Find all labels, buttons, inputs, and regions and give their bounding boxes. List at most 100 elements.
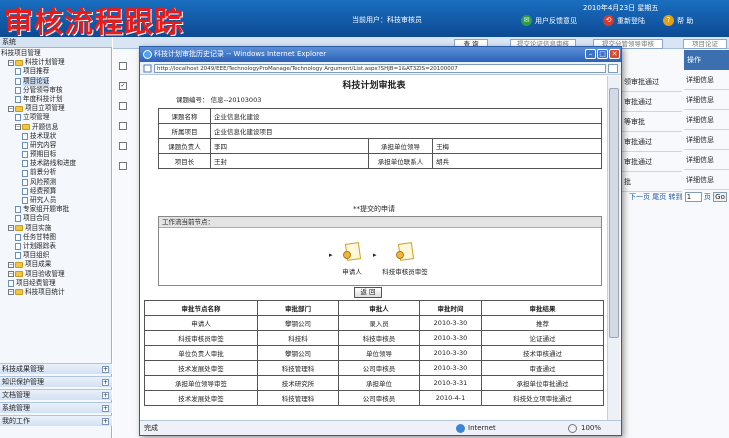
address-input[interactable]: http://localhost 2049/EEE/TechnologyProM…: [154, 64, 606, 73]
document-icon: [22, 151, 28, 159]
sidebar-item[interactable]: 年度科技计划: [0, 95, 112, 104]
sidebar-item[interactable]: − 开题信息: [0, 123, 112, 132]
row-checkbox[interactable]: [119, 62, 127, 70]
relogin-link[interactable]: ⟲ 重新登陆: [603, 15, 645, 26]
collapse-icon[interactable]: −: [8, 289, 14, 296]
sidebar-item[interactable]: 项目推荐: [0, 67, 112, 76]
collapse-icon[interactable]: −: [8, 105, 14, 112]
col-header: 审批节点名称: [144, 300, 258, 316]
go-button[interactable]: Go: [713, 192, 727, 202]
collapse-icon[interactable]: −: [8, 59, 14, 66]
argument-button[interactable]: 项目论证: [683, 39, 727, 49]
detail-link[interactable]: 详细信息: [684, 150, 729, 170]
table-cell: 公司审核员: [338, 360, 420, 376]
info-value: 企业信息化建设: [210, 108, 602, 124]
sidebar-section-system[interactable]: 系统管理 +: [0, 402, 112, 413]
sidebar-system-label: 系统: [0, 37, 112, 48]
table-cell: 攀钢公司: [257, 345, 339, 361]
minimize-button[interactable]: –: [585, 49, 596, 59]
sidebar-item-label: 经费预算: [30, 186, 57, 195]
sidebar-item[interactable]: 技术现状: [0, 132, 112, 141]
table-row: 科技审核员审签 科技科 科技审核员 2010-3-30 论证通过: [144, 330, 604, 346]
status-cell: 审批通过: [622, 92, 682, 112]
table-cell: 单位领导: [338, 345, 420, 361]
sidebar-item[interactable]: 专家组开题审批: [0, 205, 112, 214]
sidebar-item[interactable]: − 项目实施: [0, 224, 112, 233]
sidebar-item[interactable]: − 科技计划管理: [0, 58, 112, 67]
detail-link[interactable]: 详细信息: [684, 110, 729, 130]
sidebar-item-label: 任务甘特图: [23, 232, 56, 241]
sidebar-item[interactable]: 经费预算: [0, 187, 112, 196]
sidebar-item[interactable]: 前景分析: [0, 168, 112, 177]
sidebar-item[interactable]: 研究内容: [0, 141, 112, 150]
collapse-icon[interactable]: −: [8, 271, 14, 278]
sidebar-section-mywork[interactable]: 我的工作 +: [0, 415, 112, 426]
collapse-icon[interactable]: −: [15, 124, 21, 131]
window-title: 科技计划审批历史记录 -- Windows Internet Explorer: [154, 50, 327, 58]
detail-link[interactable]: 详细信息: [684, 130, 729, 150]
table-cell: 录入员: [338, 315, 420, 331]
sidebar-item[interactable]: 项目合同: [0, 214, 112, 223]
table-cell: 技术审核通过: [481, 345, 604, 361]
sidebar-item[interactable]: 计划跟踪表: [0, 242, 112, 251]
sidebar-item-label: 项目成果: [25, 260, 52, 269]
page-input[interactable]: 1: [684, 192, 702, 202]
sidebar-section-documents[interactable]: 文档管理 +: [0, 389, 112, 400]
zoom-icon[interactable]: [568, 424, 577, 433]
sidebar-item[interactable]: 研究人员: [0, 196, 112, 205]
sidebar-section-knowledge[interactable]: 知识保护管理 +: [0, 376, 112, 387]
zoom-level[interactable]: 100%: [581, 421, 601, 435]
row-checkbox[interactable]: [119, 122, 127, 130]
row-checkbox[interactable]: ✓: [119, 82, 127, 90]
detail-link[interactable]: 详细信息: [684, 90, 729, 110]
sidebar-section-achievements[interactable]: 科技成果管理 +: [0, 363, 112, 374]
sidebar-item[interactable]: 预期目标: [0, 150, 112, 159]
expand-icon: +: [102, 366, 109, 373]
expand-icon: +: [102, 392, 109, 399]
sidebar-item[interactable]: − 项目成果: [0, 260, 112, 269]
detail-link[interactable]: 详细信息: [684, 170, 729, 190]
document-icon: [15, 243, 21, 251]
detail-link[interactable]: 详细信息: [684, 70, 729, 90]
sidebar-item[interactable]: 立项管理: [0, 113, 112, 122]
row-checkbox[interactable]: [119, 162, 127, 170]
info-label: 承担单位联系人: [368, 153, 433, 169]
document-icon: [15, 215, 21, 223]
page-icon: [143, 64, 152, 73]
sidebar-item[interactable]: − 科技项目统计: [0, 288, 112, 297]
folder-icon: [15, 261, 23, 268]
sidebar-item[interactable]: − 项目立项管理: [0, 104, 112, 113]
help-link[interactable]: ? 帮 助: [663, 15, 693, 26]
background-table-right: 操作 详细信息 详细信息 详细信息 详细信息 详细信息 详细信息: [684, 50, 729, 300]
feedback-link[interactable]: ✉ 用户反馈意见: [521, 15, 577, 26]
close-button[interactable]: ✕: [609, 49, 620, 59]
sidebar-item[interactable]: 科技项目管理: [0, 49, 112, 58]
sidebar-item[interactable]: 风险预测: [0, 178, 112, 187]
pager-links[interactable]: 下一页 尾页 转到: [629, 193, 682, 201]
sidebar-item[interactable]: 技术路线和进度: [0, 159, 112, 168]
zone-label: Internet: [468, 424, 496, 432]
info-value: 企业信息化建设项目: [210, 123, 602, 139]
return-button[interactable]: 返 回: [354, 287, 382, 298]
section-label: 系统管理: [2, 404, 30, 412]
sidebar-item[interactable]: − 项目验收管理: [0, 270, 112, 279]
table-cell: 2010-4-1: [419, 390, 482, 406]
sidebar-item-label: 项目经费管理: [16, 278, 56, 287]
table-row: 技术发展处审签 科技管理科 公司审核员 2010-4-1 科技处立项审批通过: [144, 390, 604, 406]
sidebar-item[interactable]: 项目组织: [0, 251, 112, 260]
sidebar-item[interactable]: 任务甘特图: [0, 233, 112, 242]
sidebar-item[interactable]: 项目论证: [0, 76, 112, 86]
row-checkbox[interactable]: [119, 102, 127, 110]
maximize-button[interactable]: □: [597, 49, 608, 59]
collapse-icon[interactable]: −: [8, 225, 14, 232]
compat-icon[interactable]: [608, 64, 618, 73]
sidebar-item[interactable]: 分管领导审核: [0, 86, 112, 95]
sidebar-item[interactable]: 项目经费管理: [0, 279, 112, 288]
row-checkbox[interactable]: [119, 142, 127, 150]
collapse-icon[interactable]: −: [8, 261, 14, 268]
col-header: 审批部门: [257, 300, 339, 316]
vertical-scrollbar[interactable]: [607, 76, 620, 420]
col-header: 审批结果: [481, 300, 604, 316]
scrollbar-thumb[interactable]: [609, 88, 619, 338]
info-value: 王封: [210, 153, 369, 169]
